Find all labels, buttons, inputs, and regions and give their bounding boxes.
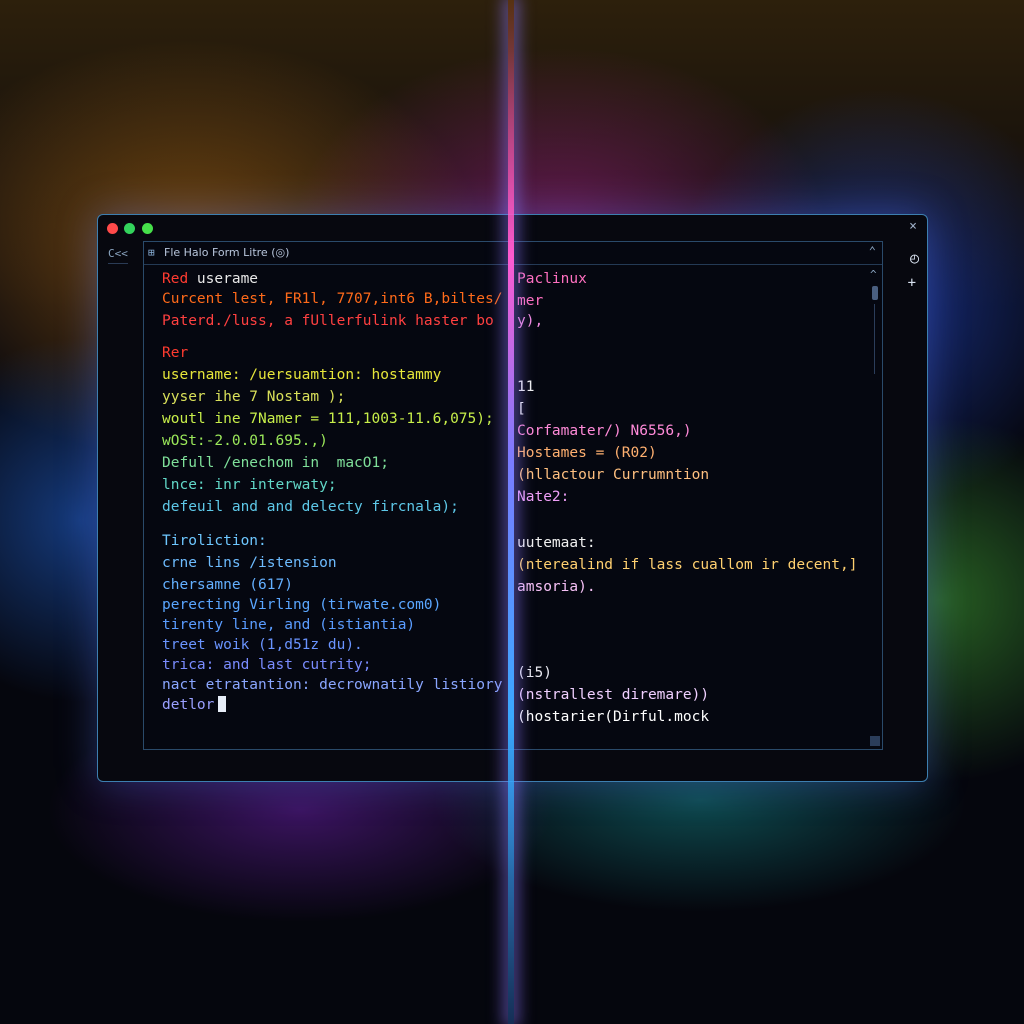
terminal-line: Corfamater/) N6556,) xyxy=(517,422,692,440)
close-dot-button[interactable] xyxy=(107,223,118,234)
terminal-line-text: detlor xyxy=(162,697,215,713)
terminal-line: Red userame xyxy=(162,270,258,288)
terminal-line-text: Paterd./luss, a fUllerfulink haster bo xyxy=(162,313,494,329)
terminal-line: chersamne (617) xyxy=(162,576,293,594)
terminal-line-text: Nate2: xyxy=(517,489,570,505)
maximize-dot-button[interactable] xyxy=(142,223,153,234)
terminal-line: nact etratantion: decrownatily listiory xyxy=(162,676,502,694)
terminal-line: lnce: inr interwaty; xyxy=(162,476,337,494)
terminal-line: Nate2: xyxy=(517,488,569,506)
terminal-line: trica: and last cutrity; xyxy=(162,656,372,674)
terminal-line: Tiroliction: xyxy=(162,532,267,550)
scrollbar[interactable]: ^ xyxy=(870,268,880,746)
terminal-title[interactable]: Fle Halo Form Litre (◎) xyxy=(164,246,289,259)
terminal-line: uutemaat: xyxy=(517,534,596,552)
terminal-line: 11 xyxy=(517,378,534,396)
terminal-line-text: Red xyxy=(162,271,189,287)
terminal-line-text: username: /uersuamtion: hostammy xyxy=(162,367,442,383)
terminal-line-text: Defull /enechom in macO1; xyxy=(162,455,389,471)
terminal-line: Paclinux xyxy=(517,270,587,288)
terminal-line: Defull /enechom in macO1; xyxy=(162,454,389,472)
terminal-line-text: Curcent lest, FR1l, 7707,int6 B,biltes/ xyxy=(162,291,503,307)
terminal-line-text: crne lins /istension xyxy=(162,555,337,571)
terminal-line-text: [ xyxy=(517,401,526,417)
minimize-dot-button[interactable] xyxy=(124,223,135,234)
terminal-line-text: Hostames = (R02) xyxy=(517,445,657,461)
terminal-line: tirenty line, and (istiantia) xyxy=(162,616,415,634)
scrollbar-thumb[interactable] xyxy=(872,286,878,300)
terminal-line-text: trica: and last cutrity; xyxy=(162,657,372,673)
terminal-line: yyser ihe 7 Nostam ); xyxy=(162,388,345,406)
terminal-line: perecting Virling (tirwate.com0) xyxy=(162,596,441,614)
terminal-line-text: y), xyxy=(517,313,544,329)
terminal-line-extra: userame xyxy=(188,271,259,287)
terminal-line-text: lnce: inr interwaty; xyxy=(162,477,337,493)
plus-icon[interactable]: + xyxy=(908,275,916,291)
terminal-line-text: tirenty line, and (istiantia) xyxy=(162,617,416,633)
terminal-line: Curcent lest, FR1l, 7707,int6 B,biltes/ xyxy=(162,290,502,308)
terminal-line: [ xyxy=(517,400,526,418)
scrollbar-end xyxy=(870,736,880,746)
terminal-line-text: uutemaat: xyxy=(517,535,596,551)
terminal-line: defeuil and and delecty fircnala); xyxy=(162,498,459,516)
terminal-line: (hllactour Currumntion xyxy=(517,466,709,484)
terminal-line: mer xyxy=(517,292,543,310)
terminal-line: (i5) xyxy=(517,664,552,682)
chevron-up-icon[interactable]: ⌃ xyxy=(869,244,876,258)
terminal-line-text: amsoria). xyxy=(517,579,596,595)
terminal-line: (nterealind if lass cuallom ir decent,] xyxy=(517,556,857,574)
terminal-line-text: Tiroliction: xyxy=(162,533,267,549)
left-control[interactable]: C<< xyxy=(108,247,128,264)
terminal-line: amsoria). xyxy=(517,578,596,596)
close-icon[interactable]: × xyxy=(909,219,917,234)
terminal-line-text: mer xyxy=(517,293,544,309)
terminal-icon: ⊞ xyxy=(148,246,155,259)
scrollbar-track xyxy=(874,304,875,374)
timer-icon[interactable]: ◴ xyxy=(910,249,919,267)
scroll-up-icon[interactable]: ^ xyxy=(870,268,877,281)
terminal-line: y), xyxy=(517,312,543,330)
terminal-line-text: (nstrallest diremare)) xyxy=(517,687,710,703)
terminal-line-text: Corfamater/) N6556,) xyxy=(517,423,692,439)
terminal-line-text: (i5) xyxy=(517,665,552,681)
terminal-line: wOSt:-2.0.01.695.,) xyxy=(162,432,328,450)
terminal-line-text: 11 xyxy=(517,379,535,395)
terminal-line-text: Paclinux xyxy=(517,271,587,287)
terminal-line-text: treet woik (1,d51z du). xyxy=(162,637,363,653)
terminal-line: (hostarier(Dirful.mock xyxy=(517,708,709,726)
terminal-line-text: woutl ine 7Namer = 111,1003-11.6,075); xyxy=(162,411,494,427)
terminal-line: woutl ine 7Namer = 111,1003-11.6,075); xyxy=(162,410,494,428)
terminal-line: username: /uersuamtion: hostammy xyxy=(162,366,441,384)
terminal-line-text: yyser ihe 7 Nostam ); xyxy=(162,389,346,405)
terminal-line: Rer xyxy=(162,344,188,362)
terminal-line: Hostames = (R02) xyxy=(517,444,657,462)
terminal-line-text: chersamne (617) xyxy=(162,577,293,593)
terminal-line-text: (hostarier(Dirful.mock xyxy=(517,709,710,725)
terminal-line-text: perecting Virling (tirwate.com0) xyxy=(162,597,442,613)
terminal-line: (nstrallest diremare)) xyxy=(517,686,709,704)
terminal-line-text: (hllactour Currumntion xyxy=(517,467,710,483)
text-cursor xyxy=(218,696,227,712)
light-beam xyxy=(508,0,514,1024)
terminal-line-text: wOSt:-2.0.01.695.,) xyxy=(162,433,328,449)
terminal-line-text: (nterealind if lass cuallom ir decent,] xyxy=(517,557,858,573)
terminal-line-text: nact etratantion: decrownatily listiory xyxy=(162,677,503,693)
terminal-line: crne lins /istension xyxy=(162,554,337,572)
terminal-line-text: defeuil and and delecty fircnala); xyxy=(162,499,459,515)
terminal-line: Paterd./luss, a fUllerfulink haster bo xyxy=(162,312,494,330)
terminal-line: treet woik (1,d51z du). xyxy=(162,636,363,654)
terminal-line-text: Rer xyxy=(162,345,189,361)
terminal-line: detlor xyxy=(162,696,227,714)
